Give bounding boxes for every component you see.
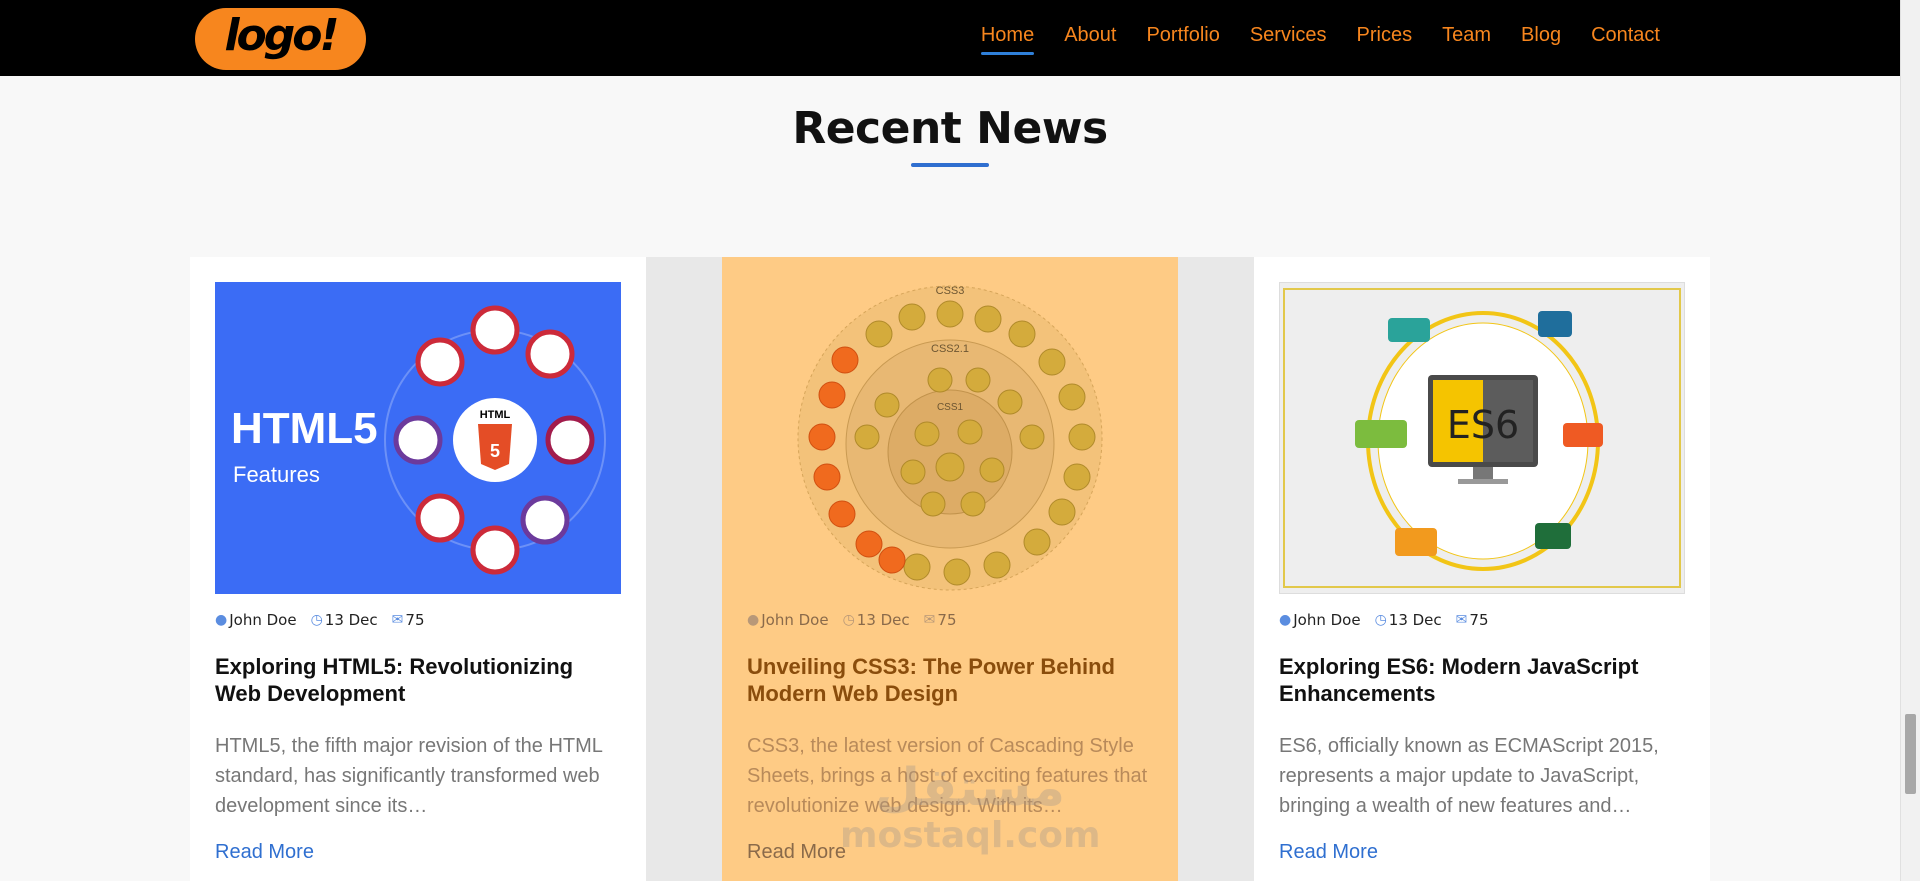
user-icon: ● [747, 612, 760, 628]
es6-label: ES6 [1447, 403, 1519, 447]
comments-icon: ✉ [1455, 612, 1468, 628]
post-meta: ● John Doe ◷ 13 Dec ✉ 75 [215, 609, 621, 631]
post-meta: ● John Doe ◷ 13 Dec ✉ 75 [1279, 609, 1685, 631]
thumb-title: HTML5 [231, 404, 378, 453]
clock-icon: ◷ [310, 612, 323, 628]
post-comments: 75 [937, 611, 957, 629]
svg-text:HTML: HTML [480, 409, 511, 421]
nav-about[interactable]: About [1064, 22, 1116, 55]
nav-services[interactable]: Services [1250, 22, 1327, 55]
watermark-domain: mostaql.com [840, 815, 1101, 856]
ring-label-css1: CSS1 [937, 402, 964, 413]
user-icon: ● [1279, 612, 1292, 628]
post-date: 13 Dec [856, 611, 910, 629]
ring-label-css3: CSS3 [936, 285, 965, 297]
scrollbar-thumb[interactable] [1905, 714, 1916, 794]
clock-icon: ◷ [842, 612, 855, 628]
watermark: مستقل mostaql.com [840, 758, 1101, 856]
site-logo[interactable]: logo! [195, 8, 366, 70]
comments-icon: ✉ [391, 612, 404, 628]
thumb-subtitle: Features [233, 462, 320, 487]
post-excerpt: HTML5, the fifth major revision of the H… [215, 735, 603, 817]
section-title: Recent News [792, 103, 1108, 154]
nav-team[interactable]: Team [1442, 22, 1491, 55]
post-comments: 75 [405, 611, 425, 629]
ring-label-css21: CSS2.1 [931, 343, 969, 355]
watermark-arabic: مستقل [874, 758, 1066, 818]
es6-graphic: ES6 [1280, 283, 1684, 593]
news-card: HTML 5 HTML5 Features ● John Doe ◷ 13 Dec [190, 257, 646, 881]
read-more-link[interactable]: Read More [215, 841, 621, 864]
comments-icon: ✉ [923, 612, 936, 628]
post-date: 13 Dec [324, 611, 378, 629]
nav-blog[interactable]: Blog [1521, 22, 1561, 55]
css3-thumbnail[interactable]: CSS3 CSS2.1 CSS1 [747, 282, 1153, 594]
post-title[interactable]: Unveiling CSS3: The Power Behind Modern … [747, 653, 1153, 707]
page-scrollbar[interactable] [1900, 0, 1920, 881]
nav-prices[interactable]: Prices [1357, 22, 1413, 55]
post-title[interactable]: Exploring HTML5: Revolutionizing Web Dev… [215, 653, 621, 707]
top-navbar: logo! Home About Portfolio Services Pric… [0, 0, 1900, 76]
logo-text: logo! [224, 10, 339, 61]
html5-thumbnail[interactable]: HTML 5 HTML5 Features [215, 282, 621, 594]
nav-portfolio[interactable]: Portfolio [1146, 22, 1219, 55]
post-comments: 75 [1469, 611, 1489, 629]
news-card: ES6 ● John Doe ◷ 13 Dec ✉ 75 Exploring ES6:… [1254, 257, 1710, 881]
css3-rings-graphic: CSS3 CSS2.1 CSS1 [797, 285, 1103, 591]
post-author: John Doe [761, 611, 829, 629]
read-more-link[interactable]: Read More [1279, 841, 1685, 864]
post-excerpt: ES6, officially known as ECMAScript 2015… [1279, 735, 1659, 817]
nav-home[interactable]: Home [980, 22, 1035, 55]
card-gap [1178, 257, 1254, 881]
clock-icon: ◷ [1374, 612, 1387, 628]
card-gap [646, 257, 722, 881]
nav-contact[interactable]: Contact [1591, 22, 1660, 55]
svg-text:5: 5 [490, 441, 500, 461]
user-icon: ● [215, 612, 228, 628]
main-nav: Home About Portfolio Services Prices Tea… [951, 0, 1660, 76]
es6-thumbnail[interactable]: ES6 [1279, 282, 1685, 594]
title-underline [911, 163, 989, 167]
post-date: 13 Dec [1388, 611, 1442, 629]
post-author: John Doe [229, 611, 297, 629]
post-author: John Doe [1293, 611, 1361, 629]
post-meta: ● John Doe ◷ 13 Dec ✉ 75 [747, 609, 1153, 631]
post-title[interactable]: Exploring ES6: Modern JavaScript Enhance… [1279, 653, 1685, 707]
